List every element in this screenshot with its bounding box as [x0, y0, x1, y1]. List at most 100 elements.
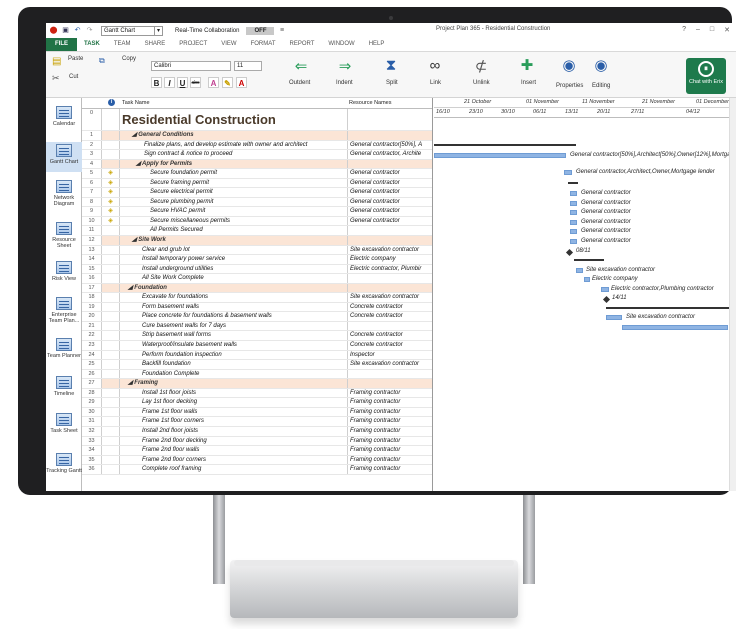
resource-names-cell[interactable]: Electric contractor, Plumbir [347, 264, 432, 274]
row-id[interactable]: 0 [82, 109, 102, 130]
resource-names-cell[interactable] [347, 109, 432, 130]
table-row[interactable]: 14 Install temporary power service Electri… [82, 255, 432, 265]
table-row[interactable]: 21 Cure basement walls for 7 days [82, 321, 432, 332]
task-name-cell[interactable]: Backfill foundation [122, 360, 344, 369]
resource-names-cell[interactable]: Site excavation contractor [347, 360, 432, 369]
editing-button[interactable]: Editing [592, 83, 610, 89]
vertical-scrollbar[interactable] [729, 98, 736, 491]
row-id[interactable]: 22 [82, 331, 102, 341]
task-name-cell[interactable]: Install temporary power service [122, 255, 344, 264]
view-resource-sheet[interactable]: Resource Sheet [46, 222, 82, 249]
row-id[interactable]: 17 [82, 283, 102, 293]
task-name-cell[interactable]: Install underground utilities [122, 265, 344, 274]
resource-names-cell[interactable]: Framing contractor [347, 388, 432, 398]
table-row[interactable]: 6 ◈ Secure framing permit General contracto… [82, 178, 432, 189]
task-name-cell[interactable]: Form basement walls [122, 303, 344, 312]
task-name-cell[interactable]: Frame 2nd floor walls [122, 446, 344, 455]
table-row[interactable]: 24 Perform foundation inspection Inspector [82, 350, 432, 361]
row-id[interactable]: 1 [82, 131, 102, 140]
tab-file[interactable]: FILE [46, 38, 77, 51]
row-id[interactable]: 23 [82, 341, 102, 350]
table-row[interactable]: 2 Finalize plans, and develop estimate wi… [82, 140, 432, 151]
row-id[interactable]: 34 [82, 446, 102, 455]
task-bar[interactable] [601, 286, 609, 292]
view-calendar[interactable]: Calendar [46, 106, 82, 127]
task-bar[interactable] [622, 324, 728, 330]
strikethrough-button[interactable]: abc [190, 77, 201, 88]
task-name-cell[interactable]: Finalize plans, and develop estimate wit… [122, 141, 344, 150]
task-name-column-header[interactable]: Task Name [122, 100, 150, 106]
table-row[interactable]: 11 All Permits Secured [82, 226, 432, 237]
resource-names-cell[interactable]: Concrete contractor [347, 341, 432, 350]
task-name-cell[interactable]: Complete roof framing [122, 465, 344, 474]
resource-names-cell[interactable] [347, 236, 432, 245]
table-row[interactable]: 16 All Site Work Complete [82, 274, 432, 284]
milestone[interactable] [565, 248, 574, 256]
resource-names-cell[interactable]: Inspector [347, 350, 432, 360]
table-row[interactable]: 27 ◢ Framing [82, 379, 432, 389]
minimize-button[interactable]: – [696, 26, 700, 34]
row-id[interactable]: 13 [82, 245, 102, 255]
row-id[interactable]: 6 [82, 178, 102, 188]
restore-button[interactable]: □ [710, 26, 714, 34]
table-row[interactable]: 36 Complete roof framing Framing contracto… [82, 465, 432, 475]
view-network-diagram[interactable]: Network Diagram [46, 180, 82, 207]
split-button[interactable]: Split [386, 80, 398, 86]
tab-project[interactable]: PROJECT [172, 38, 214, 51]
highlight-icon[interactable]: ✎ [222, 77, 233, 88]
table-row[interactable]: 15 Install underground utilities Electric … [82, 264, 432, 275]
resource-names-column-header[interactable]: Resource Names [349, 100, 392, 106]
indent-button[interactable]: Indent [336, 80, 353, 86]
table-row[interactable]: 32 Install 2nd floor joists Framing contra… [82, 426, 432, 437]
task-bar[interactable] [570, 210, 577, 216]
task-name-cell[interactable]: Residential Construction [122, 109, 344, 131]
row-id[interactable]: 26 [82, 369, 102, 379]
resource-names-cell[interactable]: Site excavation contractor [347, 293, 432, 302]
row-id[interactable]: 9 [82, 207, 102, 216]
row-id[interactable]: 7 [82, 188, 102, 197]
table-row[interactable]: 33 Frame 2nd floor decking Framing contrac… [82, 436, 432, 447]
task-bar[interactable] [434, 152, 566, 158]
table-row[interactable]: 34 Frame 2nd floor walls Framing contracto… [82, 446, 432, 456]
row-id[interactable]: 33 [82, 436, 102, 446]
task-name-cell[interactable]: Excavate for foundations [122, 293, 344, 302]
format-painter-icon[interactable]: A [208, 77, 219, 88]
indent-icon[interactable]: ⇒ [330, 57, 360, 75]
paste-button[interactable]: Paste [68, 56, 83, 62]
resource-names-cell[interactable]: General contractor [347, 178, 432, 188]
task-name-cell[interactable]: Frame 1st floor corners [122, 417, 344, 426]
font-color-icon[interactable]: A [236, 77, 247, 88]
resource-names-cell[interactable]: General contractor [347, 169, 432, 178]
summary-bar[interactable] [568, 181, 578, 184]
editing-icon[interactable]: ◉ [586, 56, 616, 74]
resource-names-cell[interactable]: Concrete contractor [347, 331, 432, 341]
table-row[interactable]: 25 Backfill foundation Site excavation con… [82, 360, 432, 370]
view-enterprise-team-plan[interactable]: Enterprise Team Plan... [46, 297, 82, 324]
tab-help[interactable]: HELP [362, 38, 392, 51]
info-column-header[interactable]: i [108, 99, 115, 106]
row-id[interactable]: 2 [82, 140, 102, 150]
summary-bar[interactable] [606, 306, 736, 309]
link-icon[interactable]: ∞ [420, 57, 450, 74]
task-bar[interactable] [570, 238, 577, 244]
row-id[interactable]: 21 [82, 321, 102, 331]
row-id[interactable]: 3 [82, 150, 102, 159]
properties-button[interactable]: Properties [556, 83, 583, 89]
row-id[interactable]: 29 [82, 398, 102, 407]
task-name-cell[interactable]: Secure plumbing permit [122, 198, 344, 207]
resource-names-cell[interactable] [347, 283, 432, 293]
task-name-cell[interactable]: Lay 1st floor decking [122, 398, 344, 407]
tab-window[interactable]: WINDOW [321, 38, 361, 51]
row-id[interactable]: 36 [82, 465, 102, 474]
table-row[interactable]: 9 ◈ Secure HVAC permit General contractor [82, 207, 432, 217]
task-name-cell[interactable]: Foundation Complete [122, 370, 344, 379]
task-name-cell[interactable]: Frame 2nd floor decking [122, 437, 344, 446]
table-row[interactable]: 19 Form basement walls Concrete contractor [82, 302, 432, 313]
task-bar[interactable] [584, 277, 590, 283]
row-id[interactable]: 20 [82, 312, 102, 321]
row-id[interactable]: 35 [82, 455, 102, 465]
task-name-cell[interactable]: Install 1st floor joists [122, 389, 344, 398]
table-row[interactable]: 3 Sign contract & notice to proceed Genera… [82, 150, 432, 160]
underline-button[interactable]: U [177, 77, 188, 88]
resource-names-cell[interactable] [347, 226, 432, 236]
